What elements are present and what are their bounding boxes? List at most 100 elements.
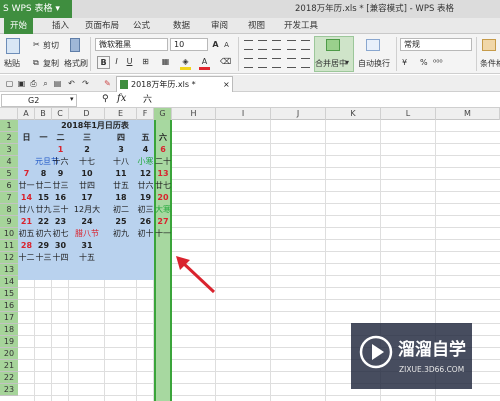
conditional-format-button[interactable]: 条件格 (480, 58, 500, 69)
row-header-9[interactable]: 9 (0, 216, 18, 228)
align-middle-icon[interactable] (258, 40, 267, 50)
fill-color-icon[interactable]: ◈ (180, 56, 191, 70)
document-tab[interactable]: 2018万年历.xls * × (116, 76, 233, 92)
tab-insert[interactable]: 插入 (52, 18, 69, 34)
align-bottom-icon[interactable] (272, 40, 281, 50)
col-header-d[interactable]: D (69, 108, 105, 120)
row-header-10[interactable]: 10 (0, 228, 18, 240)
copy-icon: ⧉ (33, 58, 39, 67)
bold-button[interactable]: B (97, 56, 110, 69)
tab-start[interactable]: 开始 (4, 18, 34, 34)
new-file-icon[interactable]: ▢ (4, 78, 15, 89)
row-header-2[interactable]: 2 (0, 132, 18, 144)
preview-icon[interactable]: ⌕ (40, 78, 51, 89)
row-header-4[interactable]: 4 (0, 156, 18, 168)
tab-developer[interactable]: 开发工具 (284, 18, 318, 34)
scissors-icon: ✂ (33, 40, 40, 49)
col-header-k[interactable]: K (326, 108, 381, 120)
row-header-1[interactable]: 1 (0, 120, 18, 132)
percent-button[interactable]: % (420, 58, 428, 67)
col-header-e[interactable]: E (105, 108, 137, 120)
number-format-select[interactable]: 常规 (400, 38, 472, 51)
row-header-8[interactable]: 8 (0, 204, 18, 216)
align-right-icon[interactable] (272, 58, 281, 68)
weekday-tue: 二 (56, 133, 65, 142)
document-tab-label: 2018万年历.xls * (131, 80, 196, 89)
col-header-c[interactable]: C (52, 108, 69, 120)
indent-decrease-icon[interactable] (287, 40, 296, 50)
col-header-l[interactable]: L (381, 108, 436, 120)
col-header-h[interactable]: H (172, 108, 216, 120)
print-icon[interactable]: ⎙ (28, 78, 39, 89)
grow-font-icon[interactable]: A (210, 39, 221, 50)
shrink-font-icon[interactable]: A (221, 40, 232, 51)
align-top-icon[interactable] (244, 40, 253, 50)
chevron-down-icon[interactable]: ▾ (70, 95, 74, 103)
row-header-7[interactable]: 7 (0, 192, 18, 204)
chevron-down-icon[interactable]: ▾ (345, 58, 349, 67)
col-header-f[interactable]: F (137, 108, 154, 120)
tab-review[interactable]: 审阅 (211, 18, 228, 34)
spreadsheet-icon (120, 80, 128, 89)
save-icon[interactable]: ▣ (16, 78, 27, 89)
col-header-a[interactable]: A (18, 108, 35, 120)
paste-button[interactable]: 粘贴 (4, 58, 20, 69)
row-header-13[interactable]: 13 (0, 264, 18, 276)
undo-icon[interactable]: ↶ (66, 78, 77, 89)
indent-increase-icon[interactable] (301, 40, 310, 50)
align-center-icon[interactable] (258, 58, 267, 68)
thousands-icon[interactable]: ⁰⁰⁰ (433, 58, 443, 67)
row-header-20[interactable]: 20 (0, 348, 18, 360)
day-number-cell: 29 (37, 241, 50, 250)
tab-data[interactable]: 数据 (173, 18, 190, 34)
row-header-5[interactable]: 5 (0, 168, 18, 180)
row-header-23[interactable]: 23 (0, 384, 18, 396)
col-header-j[interactable]: J (271, 108, 326, 120)
cut-button[interactable]: 剪切 (43, 40, 59, 51)
zoom-icon[interactable]: ⚲ (102, 94, 109, 104)
row-header-18[interactable]: 18 (0, 324, 18, 336)
col-header-i[interactable]: I (216, 108, 271, 120)
merge-cells-icon[interactable]: ▦ (160, 56, 171, 67)
tab-view[interactable]: 视图 (248, 18, 265, 34)
distributed-icon[interactable] (301, 58, 310, 68)
italic-button[interactable]: I (111, 56, 122, 67)
row-header-21[interactable]: 21 (0, 360, 18, 372)
clear-format-icon[interactable]: ⌫ (220, 56, 231, 67)
col-header-m[interactable]: M (436, 108, 500, 120)
row-header-14[interactable]: 14 (0, 276, 18, 288)
tab-page-layout[interactable]: 页面布局 (85, 18, 119, 34)
wps-menu-button[interactable]: S WPS 表格 ▾ (0, 0, 72, 18)
row-header-11[interactable]: 11 (0, 240, 18, 252)
wrap-text-button[interactable]: 自动换行 (358, 58, 390, 69)
name-box[interactable]: G2 (1, 94, 77, 107)
justify-icon[interactable] (287, 58, 296, 68)
redo-icon[interactable]: ↷ (80, 78, 91, 89)
row-header-22[interactable]: 22 (0, 372, 18, 384)
export-icon[interactable]: ▤ (52, 78, 63, 89)
pin-icon[interactable]: ✎ (102, 78, 113, 89)
select-all-corner[interactable] (0, 108, 18, 120)
copy-button[interactable]: 复制 (43, 58, 59, 69)
col-header-g[interactable]: G (154, 108, 172, 120)
tab-formulas[interactable]: 公式 (133, 18, 150, 34)
row-header-3[interactable]: 3 (0, 144, 18, 156)
row-header-6[interactable]: 6 (0, 180, 18, 192)
row-header-12[interactable]: 12 (0, 252, 18, 264)
formula-input[interactable]: 六 (143, 94, 498, 107)
font-color-icon[interactable]: A (199, 56, 210, 70)
border-icon[interactable]: ⊞ (140, 56, 151, 67)
font-size-select[interactable]: 10 (170, 38, 208, 51)
row-header-19[interactable]: 19 (0, 336, 18, 348)
font-name-select[interactable]: 微软雅黑 (95, 38, 168, 51)
underline-button[interactable]: U (124, 56, 135, 67)
close-icon[interactable]: × (223, 77, 230, 92)
align-left-icon[interactable] (244, 58, 253, 68)
format-painter-button[interactable]: 格式刷 (64, 58, 88, 69)
col-header-b[interactable]: B (35, 108, 52, 120)
row-header-15[interactable]: 15 (0, 288, 18, 300)
function-button[interactable]: fx (117, 93, 126, 104)
row-header-16[interactable]: 16 (0, 300, 18, 312)
currency-icon[interactable]: ¥ (402, 58, 407, 67)
row-header-17[interactable]: 17 (0, 312, 18, 324)
